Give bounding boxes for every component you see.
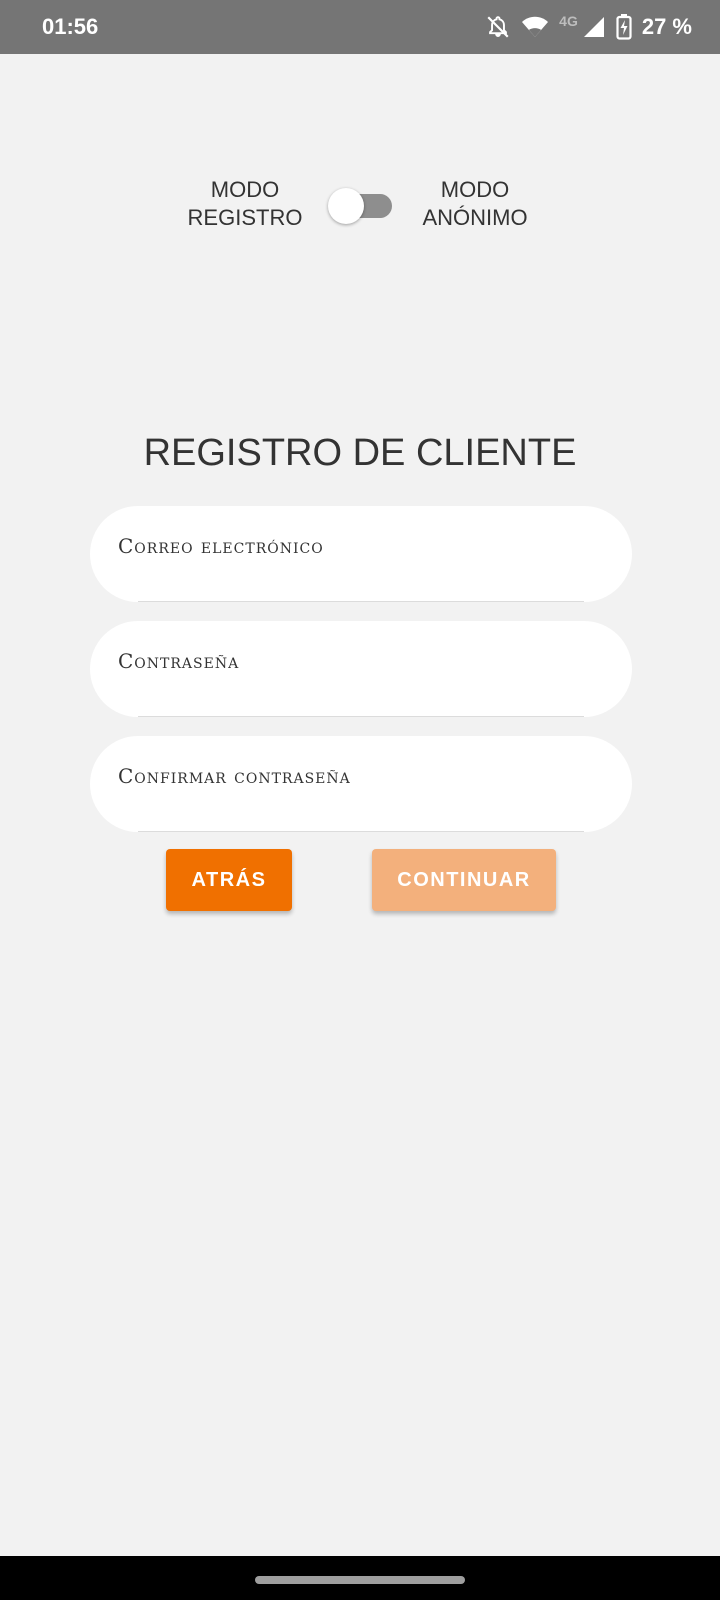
page-title: REGISTRO DE CLIENTE — [143, 432, 577, 474]
toggle-thumb — [328, 188, 364, 224]
home-gesture-handle[interactable] — [255, 1576, 465, 1584]
confirm-field-underline — [138, 831, 584, 832]
email-placeholder: Correo electrónico — [118, 534, 324, 558]
mode-registro-label: MODO REGISTRO — [180, 176, 310, 232]
mode-anonimo-label: MODO ANÓNIMO — [410, 176, 540, 232]
status-time: 01:56 — [42, 14, 99, 39]
network-type-label: 4G — [559, 13, 578, 29]
email-field[interactable]: Correo electrónico — [90, 506, 632, 602]
status-bar: 01:56 4G 27 % — [0, 0, 720, 54]
email-field-underline — [138, 601, 584, 602]
confirm-password-field[interactable]: Confirmar contraseña — [90, 736, 632, 832]
battery-charging-icon — [616, 14, 632, 40]
confirm-password-placeholder: Confirmar contraseña — [118, 764, 351, 788]
navigation-bar — [0, 1556, 720, 1600]
signal-icon — [582, 15, 606, 39]
continue-button[interactable]: CONTINUAR — [372, 849, 556, 911]
password-placeholder: Contraseña — [118, 649, 240, 673]
mode-anonimo-text: MODO ANÓNIMO — [422, 177, 528, 230]
mode-registro-text: MODO REGISTRO — [187, 177, 303, 230]
mode-toggle-switch[interactable] — [328, 188, 394, 224]
battery-percentage: 27 % — [641, 14, 692, 39]
password-field[interactable]: Contraseña — [90, 621, 632, 717]
back-button[interactable]: ATRÁS — [166, 849, 292, 911]
password-field-underline — [138, 716, 584, 717]
bell-off-icon — [485, 14, 511, 40]
status-icons: 4G 27 % — [485, 10, 692, 44]
wifi-icon — [521, 15, 549, 39]
